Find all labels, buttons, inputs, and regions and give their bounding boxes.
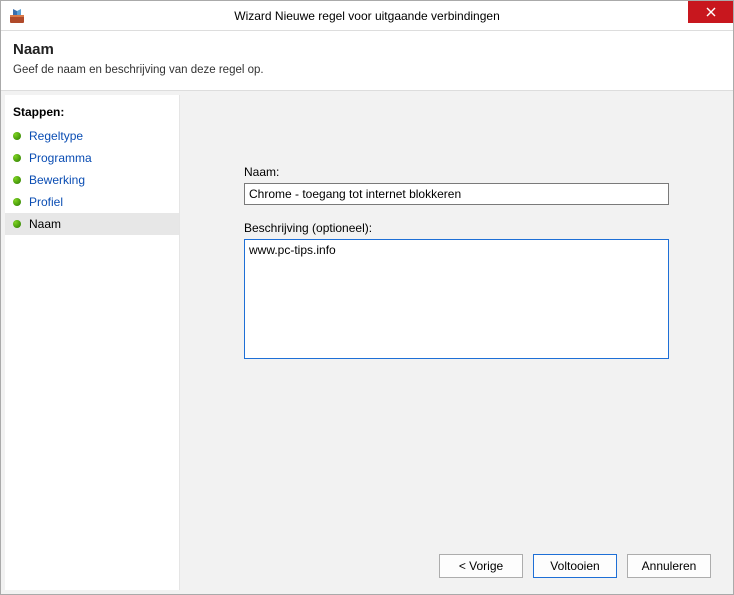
step-label: Naam — [29, 217, 61, 231]
description-input[interactable] — [244, 239, 669, 359]
step-bullet-icon — [13, 220, 21, 228]
step-label: Regeltype — [29, 129, 83, 143]
step-bullet-icon — [13, 154, 21, 162]
step-bullet-icon — [13, 198, 21, 206]
page-subtitle: Geef de naam en beschrijving van deze re… — [13, 64, 721, 76]
steps-sidebar: Stappen: Regeltype Programma Bewerking P… — [5, 95, 180, 590]
step-regeltype[interactable]: Regeltype — [5, 125, 179, 147]
step-profiel[interactable]: Profiel — [5, 191, 179, 213]
step-bewerking[interactable]: Bewerking — [5, 169, 179, 191]
back-button[interactable]: < Vorige — [439, 554, 523, 578]
steps-heading: Stappen: — [5, 101, 179, 125]
window-title: Wizard Nieuwe regel voor uitgaande verbi… — [1, 9, 733, 23]
name-label: Naam: — [244, 165, 669, 179]
step-naam[interactable]: Naam — [5, 213, 179, 235]
description-label: Beschrijving (optioneel): — [244, 221, 669, 235]
name-input[interactable] — [244, 183, 669, 205]
step-programma[interactable]: Programma — [5, 147, 179, 169]
finish-button[interactable]: Voltooien — [533, 554, 617, 578]
step-bullet-icon — [13, 176, 21, 184]
cancel-button[interactable]: Annuleren — [627, 554, 711, 578]
firewall-icon — [9, 8, 25, 24]
step-bullet-icon — [13, 132, 21, 140]
wizard-body: Stappen: Regeltype Programma Bewerking P… — [1, 91, 733, 594]
wizard-header: Naam Geef de naam en beschrijving van de… — [1, 31, 733, 91]
close-button[interactable] — [688, 1, 733, 23]
page-title: Naam — [13, 41, 721, 58]
main-panel: Naam: Beschrijving (optioneel): < Vorige… — [184, 91, 733, 594]
titlebar: Wizard Nieuwe regel voor uitgaande verbi… — [1, 1, 733, 31]
wizard-buttons: < Vorige Voltooien Annuleren — [439, 554, 711, 578]
step-label: Bewerking — [29, 173, 85, 187]
step-label: Programma — [29, 151, 92, 165]
step-label: Profiel — [29, 195, 63, 209]
